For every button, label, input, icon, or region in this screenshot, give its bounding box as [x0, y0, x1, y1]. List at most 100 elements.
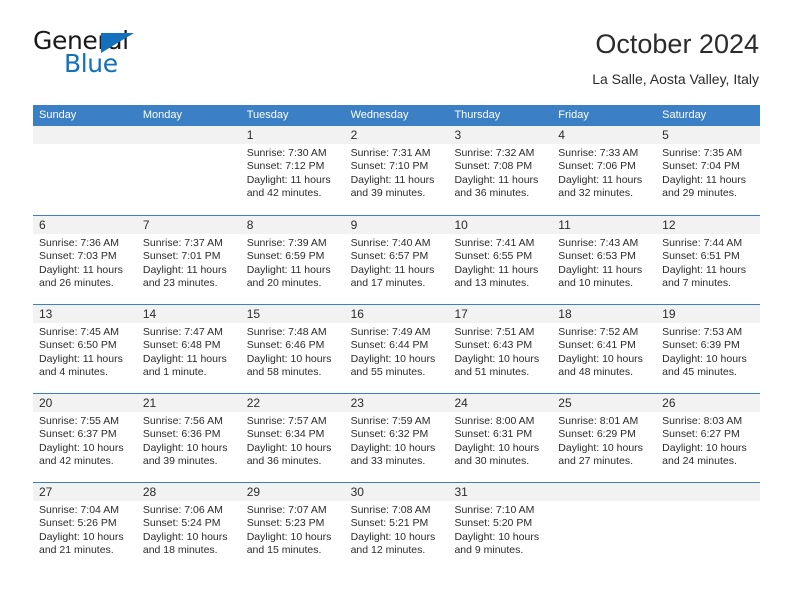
sunset-text: Sunset: 6:51 PM: [662, 250, 740, 263]
day-number: 2: [350, 128, 358, 142]
daylight-text-line2: and 30 minutes.: [454, 455, 530, 468]
day-info: Sunrise: 7:39 AM Sunset: 6:59 PM Daylight:…: [241, 234, 345, 291]
daylight-text-line2: and 33 minutes.: [350, 455, 426, 468]
sunset-text: Sunset: 6:29 PM: [558, 428, 636, 441]
sunset-text: Sunset: 6:39 PM: [662, 339, 740, 352]
day-number: 21: [142, 396, 157, 410]
day-number-band: 7: [136, 216, 241, 234]
calendar-day-cell[interactable]: 4 Sunrise: 7:33 AM Sunset: 7:06 PM Daylight…: [552, 126, 657, 215]
calendar-day-cell[interactable]: 31 Sunrise: 7:10 AM Sunset: 5:20 PM Dayligh…: [448, 483, 553, 570]
daylight-text-line1: Daylight: 11 hours: [558, 173, 643, 186]
day-info: Sunrise: 7:56 AM Sunset: 6:36 PM Daylight:…: [137, 412, 241, 469]
page-subtitle: La Salle, Aosta Valley, Italy: [592, 71, 759, 87]
daylight-text-line2: and 26 minutes.: [39, 277, 114, 290]
day-info: Sunrise: 7:33 AM Sunset: 7:06 PM Daylight:…: [552, 144, 656, 201]
day-number-band: 31: [448, 483, 553, 501]
calendar-day-cell[interactable]: 7 Sunrise: 7:37 AM Sunset: 7:01 PM Daylight…: [136, 216, 241, 304]
day-number-band: [656, 483, 761, 501]
weekday-header-friday: Friday: [558, 109, 589, 121]
day-number: 29: [246, 485, 261, 499]
daylight-text-line1: Daylight: 11 hours: [350, 173, 435, 186]
sunset-text: Sunset: 6:36 PM: [142, 428, 221, 441]
weekday-header-row: Sunday Monday Tuesday Wednesday Thursday Frid…: [33, 105, 760, 126]
calendar-week-row: 13 Sunrise: 7:45 AM Sunset: 6:50 PM Dayligh…: [33, 304, 761, 393]
daylight-text-line2: and 51 minutes.: [454, 366, 530, 379]
daylight-text-line2: and 7 minutes.: [662, 277, 732, 290]
calendar-day-cell[interactable]: 2 Sunrise: 7:31 AM Sunset: 7:10 PM Daylight…: [344, 126, 449, 215]
calendar-day-cell[interactable]: 9 Sunrise: 7:40 AM Sunset: 6:57 PM Daylight…: [344, 216, 449, 304]
day-number: 12: [662, 218, 676, 232]
calendar-day-cell[interactable]: 25 Sunrise: 8:01 AM Sunset: 6:29 PM Dayligh…: [552, 394, 657, 482]
day-info: Sunrise: 8:00 AM Sunset: 6:31 PM Daylight:…: [448, 412, 552, 469]
daylight-text-line2: and 39 minutes.: [350, 187, 426, 200]
weekday-header-thursday: Thursday: [454, 109, 501, 121]
calendar-day-cell[interactable]: 17 Sunrise: 7:51 AM Sunset: 6:43 PM Dayligh…: [448, 305, 553, 393]
sunset-text: Sunset: 6:44 PM: [350, 339, 429, 352]
calendar-day-cell[interactable]: 18 Sunrise: 7:52 AM Sunset: 6:41 PM Dayligh…: [552, 305, 657, 393]
calendar-day-cell[interactable]: 3 Sunrise: 7:32 AM Sunset: 7:08 PM Daylight…: [448, 126, 553, 215]
day-info: Sunrise: 7:41 AM Sunset: 6:55 PM Daylight:…: [448, 234, 552, 291]
day-number-band: 28: [136, 483, 241, 501]
daylight-text-line1: Daylight: 11 hours: [39, 352, 123, 365]
sunset-text: Sunset: 5:21 PM: [350, 517, 429, 530]
day-info: Sunrise: 7:43 AM Sunset: 6:53 PM Daylight:…: [552, 234, 656, 291]
day-number-band: 16: [344, 305, 449, 323]
calendar-day-cell[interactable]: 28 Sunrise: 7:06 AM Sunset: 5:24 PM Dayligh…: [136, 483, 241, 570]
calendar-day-cell[interactable]: 19 Sunrise: 7:53 AM Sunset: 6:39 PM Dayligh…: [656, 305, 761, 393]
day-number: 10: [454, 218, 468, 232]
calendar-week-row: 27 Sunrise: 7:04 AM Sunset: 5:26 PM Dayligh…: [33, 482, 761, 570]
day-number: 22: [246, 396, 261, 410]
daylight-text-line2: and 4 minutes.: [39, 366, 108, 379]
calendar-day-cell[interactable]: 22 Sunrise: 7:57 AM Sunset: 6:34 PM Dayligh…: [240, 394, 345, 482]
day-number-band: 10: [448, 216, 553, 234]
calendar-day-cell[interactable]: 13 Sunrise: 7:45 AM Sunset: 6:50 PM Dayligh…: [33, 305, 137, 393]
daylight-text-line1: Daylight: 10 hours: [246, 530, 332, 543]
daylight-text-line1: Daylight: 10 hours: [454, 441, 540, 454]
calendar-day-cell[interactable]: 1 Sunrise: 7:30 AM Sunset: 7:12 PM Daylight…: [240, 126, 345, 215]
daylight-text-line1: Daylight: 10 hours: [454, 352, 540, 365]
calendar-day-cell[interactable]: 14 Sunrise: 7:47 AM Sunset: 6:48 PM Dayligh…: [136, 305, 241, 393]
day-info: Sunrise: 7:08 AM Sunset: 5:21 PM Daylight:…: [345, 501, 449, 558]
sunrise-text: Sunrise: 7:08 AM: [350, 504, 431, 516]
sunset-text: Sunset: 6:53 PM: [558, 250, 636, 263]
calendar-day-cell[interactable]: 30 Sunrise: 7:08 AM Sunset: 5:21 PM Dayligh…: [344, 483, 449, 570]
day-number-band: 6: [33, 216, 137, 234]
day-info: Sunrise: 7:53 AM Sunset: 6:39 PM Daylight:…: [656, 323, 760, 380]
day-number-band: [136, 126, 241, 144]
calendar-day-cell[interactable]: 24 Sunrise: 8:00 AM Sunset: 6:31 PM Dayligh…: [448, 394, 553, 482]
daylight-text-line1: Daylight: 11 hours: [558, 263, 643, 276]
calendar-day-cell[interactable]: 8 Sunrise: 7:39 AM Sunset: 6:59 PM Daylight…: [240, 216, 345, 304]
day-number: 11: [558, 218, 571, 232]
daylight-text-line2: and 42 minutes.: [246, 187, 322, 200]
calendar-day-cell[interactable]: 12 Sunrise: 7:44 AM Sunset: 6:51 PM Dayligh…: [656, 216, 761, 304]
daylight-text-line2: and 55 minutes.: [350, 366, 426, 379]
day-number: 18: [558, 307, 572, 321]
sunset-text: Sunset: 6:57 PM: [350, 250, 429, 263]
day-number: 1: [246, 128, 254, 142]
calendar-day-cell[interactable]: 5 Sunrise: 7:35 AM Sunset: 7:04 PM Daylight…: [656, 126, 761, 215]
calendar-day-cell[interactable]: 11 Sunrise: 7:43 AM Sunset: 6:53 PM Dayligh…: [552, 216, 657, 304]
calendar-day-cell[interactable]: 10 Sunrise: 7:41 AM Sunset: 6:55 PM Dayligh…: [448, 216, 553, 304]
day-info: Sunrise: 7:44 AM Sunset: 6:51 PM Daylight:…: [656, 234, 760, 291]
day-info: Sunrise: 7:06 AM Sunset: 5:24 PM Daylight:…: [137, 501, 241, 558]
calendar-day-cell[interactable]: 27 Sunrise: 7:04 AM Sunset: 5:26 PM Dayligh…: [33, 483, 137, 570]
daylight-text-line1: Daylight: 10 hours: [246, 352, 332, 365]
sunrise-text: Sunrise: 7:45 AM: [39, 326, 119, 338]
calendar-day-cell[interactable]: 15 Sunrise: 7:48 AM Sunset: 6:46 PM Dayligh…: [240, 305, 345, 393]
calendar-day-cell[interactable]: 29 Sunrise: 7:07 AM Sunset: 5:23 PM Dayligh…: [240, 483, 345, 570]
sunrise-text: Sunrise: 7:39 AM: [246, 237, 327, 249]
daylight-text-line1: Daylight: 10 hours: [142, 530, 228, 543]
day-info: Sunrise: 7:04 AM Sunset: 5:26 PM Daylight:…: [33, 501, 137, 558]
calendar-day-cell[interactable]: 26 Sunrise: 8:03 AM Sunset: 6:27 PM Dayligh…: [656, 394, 761, 482]
calendar-day-cell[interactable]: 21 Sunrise: 7:56 AM Sunset: 6:36 PM Dayligh…: [136, 394, 241, 482]
day-number: 13: [39, 307, 53, 321]
calendar-day-cell[interactable]: 16 Sunrise: 7:49 AM Sunset: 6:44 PM Dayligh…: [344, 305, 449, 393]
day-info: Sunrise: 7:57 AM Sunset: 6:34 PM Daylight:…: [241, 412, 345, 469]
daylight-text-line1: Daylight: 10 hours: [558, 352, 643, 365]
calendar-day-cell-empty: [136, 126, 241, 215]
calendar-day-cell[interactable]: 23 Sunrise: 7:59 AM Sunset: 6:32 PM Dayligh…: [344, 394, 449, 482]
sunrise-text: Sunrise: 7:47 AM: [142, 326, 223, 338]
day-number: 27: [39, 485, 53, 499]
calendar-day-cell[interactable]: 20 Sunrise: 7:55 AM Sunset: 6:37 PM Dayligh…: [33, 394, 137, 482]
calendar-day-cell[interactable]: 6 Sunrise: 7:36 AM Sunset: 7:03 PM Daylight…: [33, 216, 137, 304]
